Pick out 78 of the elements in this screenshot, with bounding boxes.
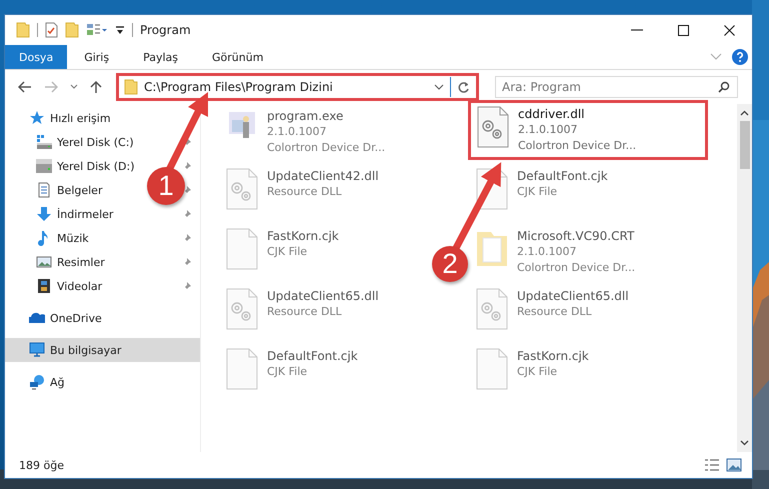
file-detail: Resource DLL	[517, 304, 593, 320]
drive-icon	[36, 134, 52, 150]
scrollbar[interactable]	[737, 104, 752, 452]
file-name[interactable]: cddriver.dll	[518, 106, 636, 122]
item-count: 189 öğe	[19, 458, 64, 472]
sidebar-item[interactable]: Ağ	[5, 370, 71, 394]
up-icon[interactable]	[90, 80, 102, 94]
folder-icon[interactable]	[65, 22, 79, 38]
drive-icon	[36, 158, 52, 174]
file-detail: 2.1.0.1007	[518, 122, 578, 138]
file-detail: 2.1.0.1007	[267, 124, 328, 140]
image-icon	[36, 254, 52, 270]
file-name[interactable]: UpdateClient65.dll	[517, 288, 629, 304]
details-view-icon[interactable]	[704, 458, 720, 472]
sidebar-item[interactable]: Yerel Disk (D:)	[5, 154, 141, 178]
chevron-down-icon[interactable]	[434, 84, 444, 90]
file-name[interactable]: Microsoft.VC90.CRT	[517, 228, 636, 244]
file-name[interactable]: FastKorn.cjk	[517, 348, 589, 364]
sidebar-item[interactable]: Belgeler	[5, 178, 108, 202]
cloud-icon	[29, 310, 45, 326]
sidebar-item[interactable]: OneDrive	[5, 306, 108, 330]
network-icon	[29, 374, 45, 390]
sidebar-item[interactable]: Videolar	[5, 274, 108, 298]
folder-icon	[124, 79, 138, 95]
chevron-down-icon[interactable]	[740, 440, 749, 446]
large-icons-view-icon[interactable]	[726, 458, 742, 472]
file-name[interactable]: DefaultFont.cjk	[517, 168, 608, 184]
ribbon-tab[interactable]: Giriş	[67, 45, 126, 69]
file-name[interactable]: UpdateClient42.dll	[267, 168, 379, 184]
checklist-icon[interactable]	[45, 22, 58, 38]
ribbon-tab[interactable]: Paylaş	[126, 45, 195, 69]
sidebar-item[interactable]: İndirmeler	[5, 202, 120, 226]
star-icon	[29, 110, 45, 126]
file-detail: Colortron Device Dr...	[267, 140, 386, 156]
file-name[interactable]: DefaultFont.cjk	[267, 348, 358, 364]
properties-icon[interactable]	[86, 22, 108, 38]
file-name[interactable]: program.exe	[267, 108, 386, 124]
dropdown-icon[interactable]	[115, 24, 125, 36]
file-detail: CJK File	[267, 364, 308, 380]
minimize-icon	[631, 29, 643, 31]
sidebar-item[interactable]: Yerel Disk (C:)	[5, 130, 140, 154]
file-name[interactable]: FastKorn.cjk	[267, 228, 339, 244]
sidebar-item[interactable]: Resimler	[5, 250, 111, 274]
search-icon[interactable]	[718, 81, 730, 93]
close-icon	[724, 24, 734, 36]
ribbon-tab[interactable]: Görünüm	[195, 45, 280, 69]
film-icon	[36, 278, 52, 294]
file-detail: Resource DLL	[267, 304, 343, 320]
address-path: C:\Program Files\Program Dizini	[144, 80, 334, 94]
monitor-icon	[29, 342, 45, 358]
chevron-down-icon[interactable]	[70, 84, 78, 90]
search-field[interactable]: Ara: Program	[495, 76, 738, 98]
sidebar-item[interactable]: Müzik	[5, 226, 95, 250]
back-icon[interactable]	[18, 81, 32, 93]
address-bar[interactable]: C:\Program Files\Program Dizini	[116, 73, 479, 101]
help-icon[interactable]	[732, 49, 748, 65]
blank-file-icon[interactable]	[475, 168, 509, 210]
folder-icon[interactable]	[16, 22, 30, 38]
ribbon-tab[interactable]: Dosya	[5, 45, 68, 69]
file-name[interactable]: UpdateClient65.dll	[267, 288, 379, 304]
sidebar-item[interactable]: Bu bilgisayar	[5, 338, 200, 362]
gear-file-icon[interactable]	[476, 106, 510, 148]
file-detail: Resource DLL	[267, 184, 343, 200]
download-icon	[36, 206, 52, 222]
window-title: Program	[140, 23, 191, 37]
document-icon	[36, 182, 52, 198]
forward-icon[interactable]	[44, 81, 58, 93]
file-detail: CJK File	[517, 184, 558, 200]
scrollbar-thumb[interactable]	[740, 121, 750, 169]
file-detail: Colortron Device Dr...	[517, 260, 636, 276]
file-detail: CJK File	[517, 364, 558, 380]
chevron-up-icon[interactable]	[740, 110, 749, 116]
maximize-icon	[678, 24, 688, 36]
file-detail: CJK File	[267, 244, 308, 260]
file-detail: 2.1.0.1007	[517, 244, 578, 260]
refresh-icon[interactable]	[457, 80, 470, 94]
file-detail: Colortron Device Dr...	[518, 138, 636, 154]
sidebar-item[interactable]: Hızlı erişim	[5, 106, 117, 130]
